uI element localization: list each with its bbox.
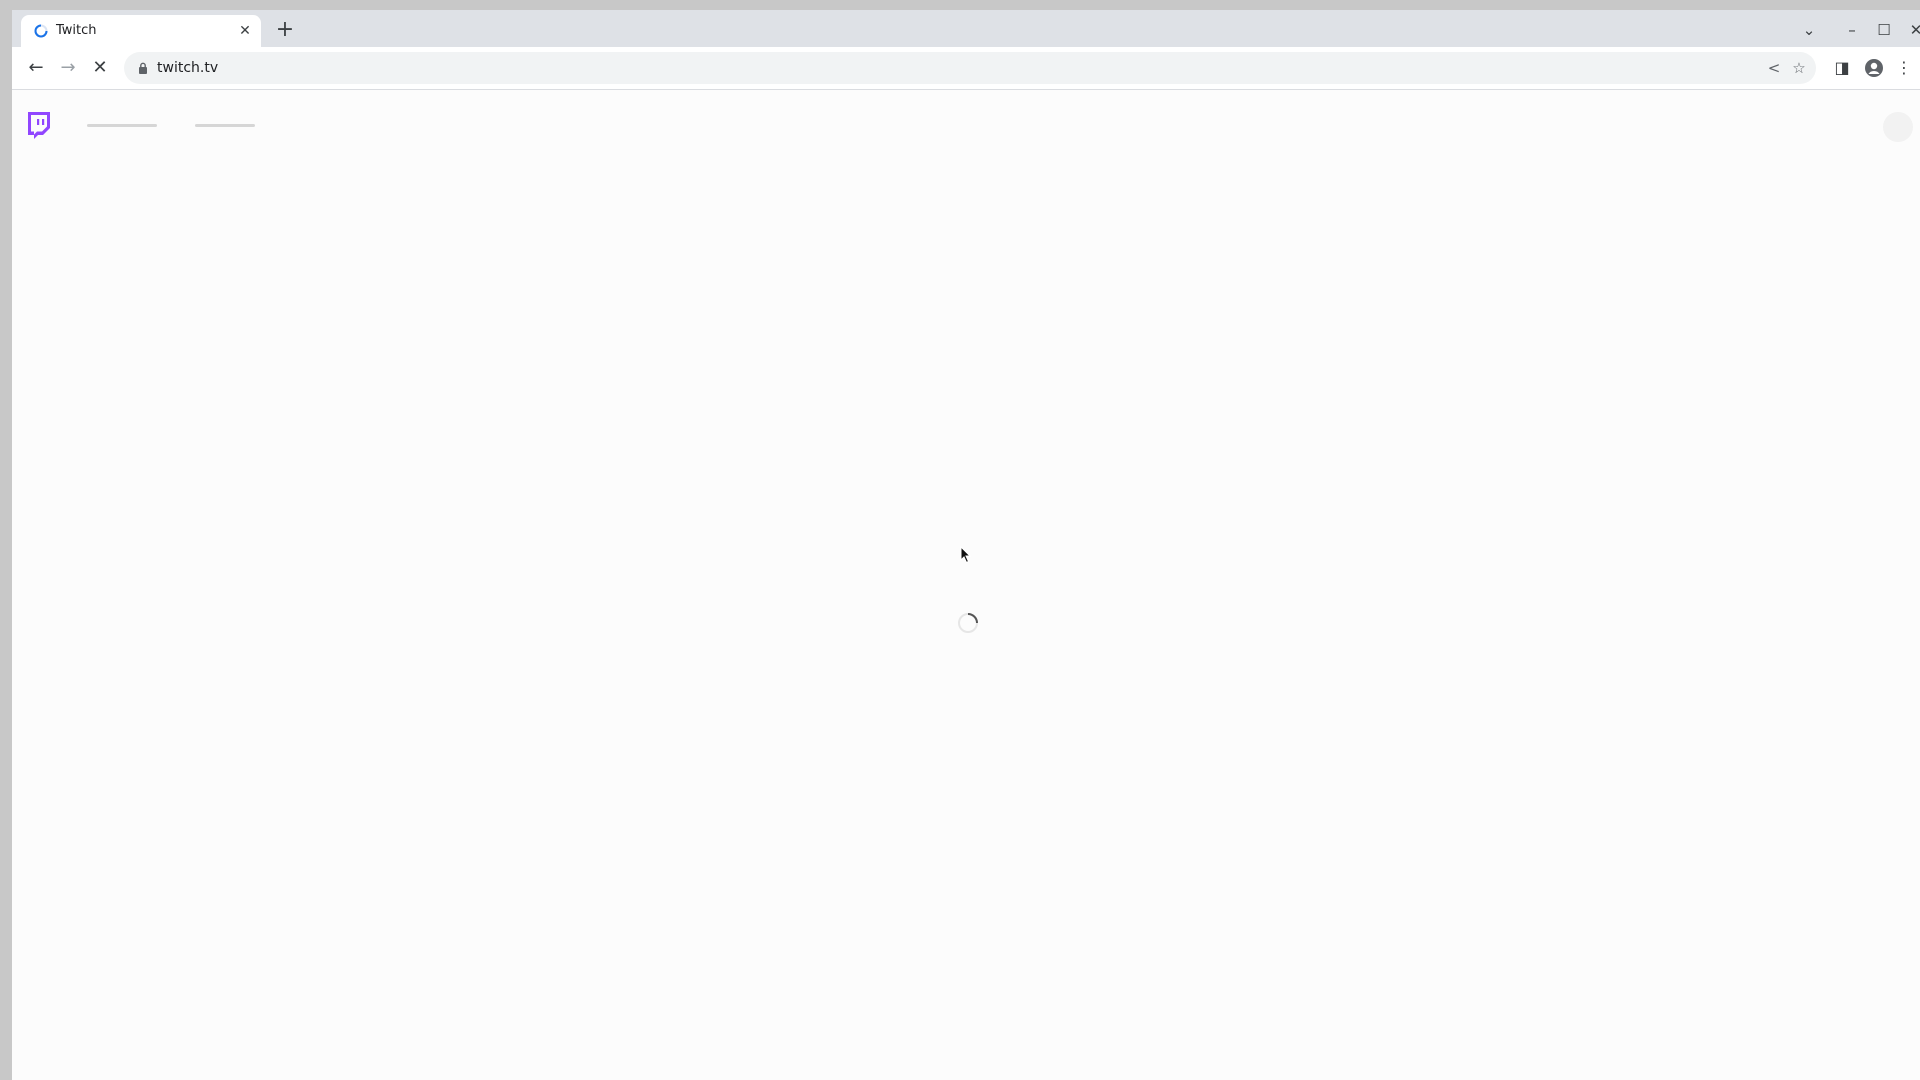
nav-placeholder-browse xyxy=(195,124,255,127)
bookmark-star-icon[interactable]: ☆ xyxy=(1789,58,1809,78)
browser-menu-icon[interactable]: ⋮ xyxy=(1892,56,1916,80)
user-avatar-placeholder xyxy=(1883,112,1913,142)
maximize-button[interactable]: ☐ xyxy=(1873,19,1895,41)
tab-close-icon[interactable]: ✕ xyxy=(237,23,253,39)
url-text[interactable]: twitch.tv xyxy=(157,52,218,84)
profile-avatar-icon[interactable] xyxy=(1862,56,1886,80)
twitch-logo-icon[interactable] xyxy=(26,111,52,141)
share-icon[interactable]: < xyxy=(1764,58,1784,78)
forward-button[interactable]: → xyxy=(56,56,80,80)
new-tab-button[interactable]: + xyxy=(273,19,297,43)
lock-icon xyxy=(139,62,147,74)
back-button[interactable]: ← xyxy=(24,56,48,80)
side-panel-icon[interactable]: ◨ xyxy=(1830,56,1854,80)
nav-placeholder-following xyxy=(87,124,157,127)
minimize-button[interactable]: – xyxy=(1841,19,1863,41)
stop-loading-button[interactable]: ✕ xyxy=(88,56,112,80)
browser-toolbar: ← → ✕ twitch.tv < ☆ ◨ ⋮ xyxy=(12,47,1920,90)
page-content xyxy=(12,90,1920,1080)
tab-strip: Twitch ✕ + ⌄ – ☐ ✕ xyxy=(12,10,1920,47)
mouse-cursor-icon xyxy=(960,546,972,564)
loading-spinner-icon xyxy=(958,613,978,633)
loading-favicon-icon xyxy=(34,24,48,38)
close-window-button[interactable]: ✕ xyxy=(1905,19,1920,41)
address-bar[interactable]: twitch.tv < ☆ xyxy=(124,52,1816,84)
tab-title: Twitch xyxy=(56,23,97,38)
browser-window: Twitch ✕ + ⌄ – ☐ ✕ ← → ✕ twitch.tv < ☆ ◨ xyxy=(12,10,1920,1080)
tab-twitch[interactable]: Twitch ✕ xyxy=(21,15,261,47)
tab-search-chevron-icon[interactable]: ⌄ xyxy=(1798,19,1820,41)
